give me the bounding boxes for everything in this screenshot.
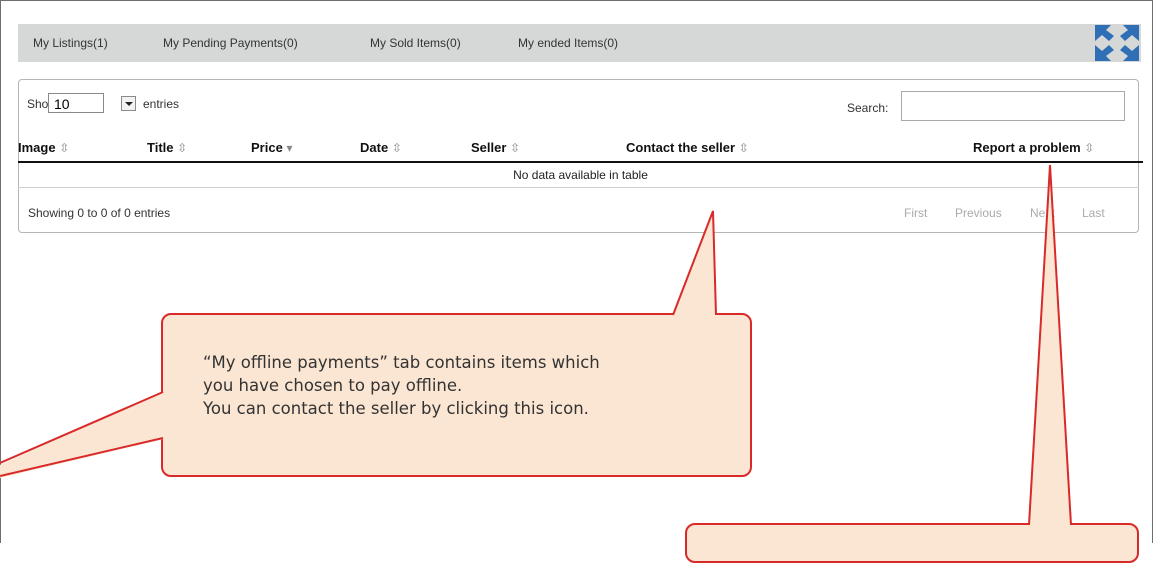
callout-pointer-left: [0, 391, 164, 478]
callout-pointer-report: [1029, 165, 1071, 526]
callout-pointers: [0, 164, 1072, 526]
